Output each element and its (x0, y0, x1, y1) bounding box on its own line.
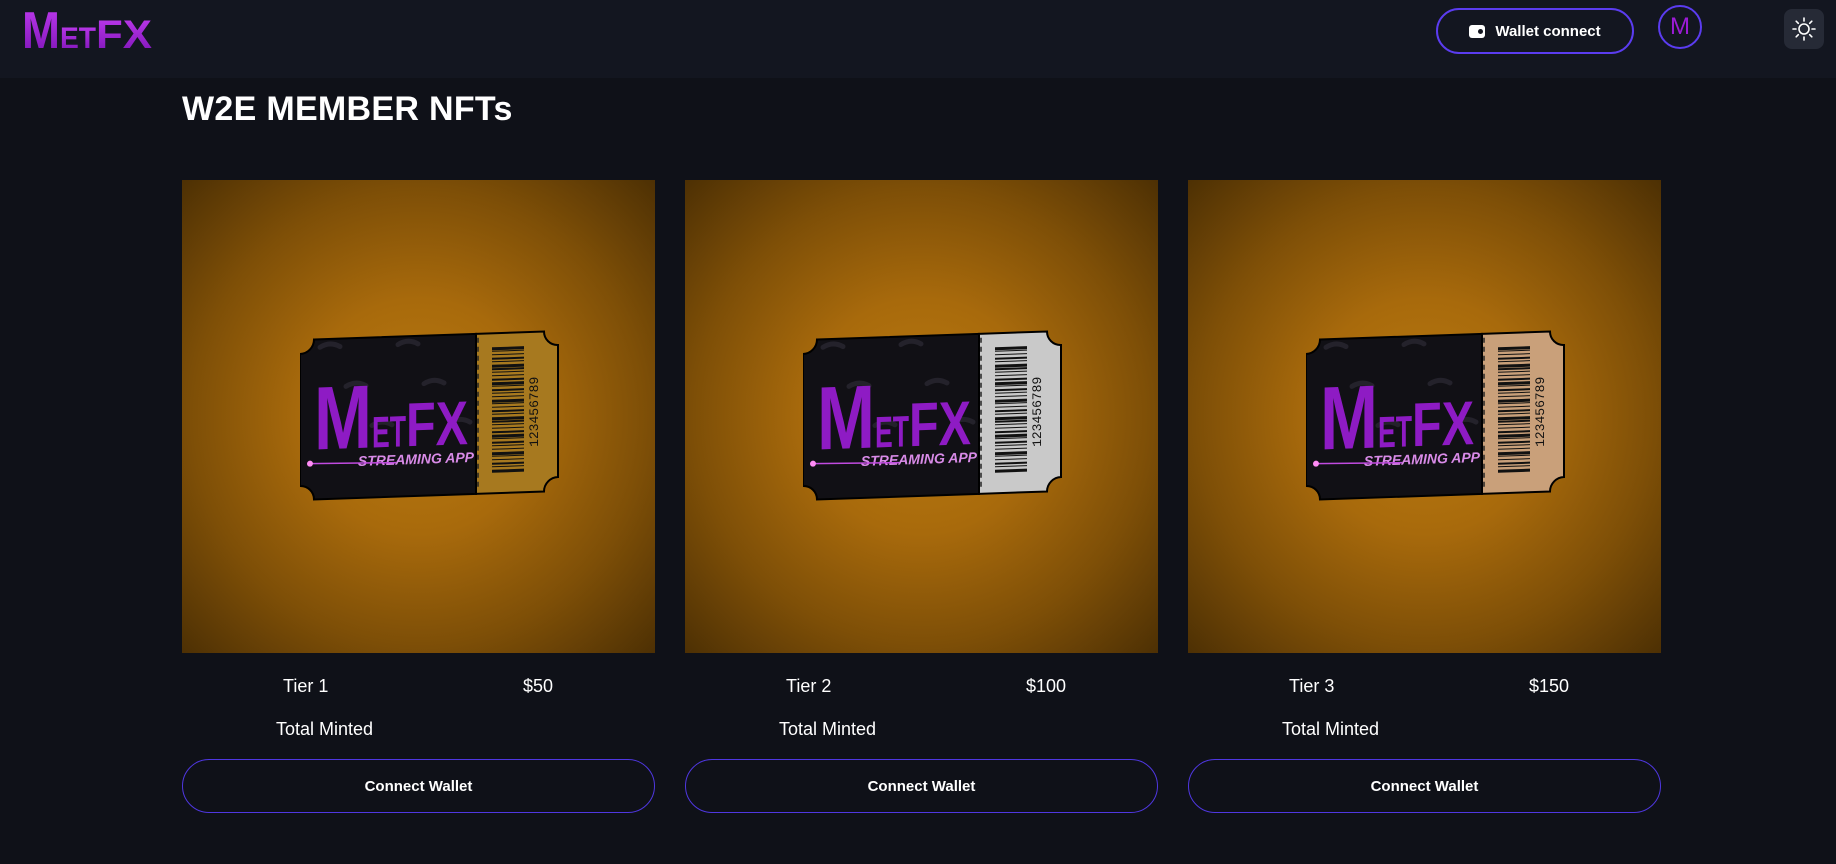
svg-text:FX: FX (96, 13, 152, 54)
connect-wallet-button[interactable]: Connect Wallet (182, 759, 655, 813)
ticket-svg: 123456789METFXSTREAMING APP (299, 330, 559, 501)
tier-price: $100 (1026, 676, 1067, 696)
connect-wallet-label: Connect Wallet (364, 777, 473, 795)
ticket-svg: 123456789METFXSTREAMING APP (1305, 330, 1565, 501)
wallet-connect-button[interactable]: Wallet connect (1436, 8, 1634, 54)
tier-label: Tier 3 (1289, 676, 1335, 696)
theme-toggle-button[interactable] (1784, 9, 1824, 49)
barcode-number: 123456789 (527, 376, 542, 447)
avatar[interactable]: M (1658, 5, 1702, 49)
ticket-svg: 123456789METFXSTREAMING APP (802, 330, 1062, 501)
avatar-initial: M (1670, 13, 1690, 40)
nft-image[interactable]: 123456789 M ET FX STREAMING APP (685, 180, 1158, 653)
barcode-number: 123456789 (1533, 376, 1548, 447)
tier-row: Tier 2 $100 (685, 676, 1158, 700)
wallet-icon (1469, 24, 1486, 38)
nft-card-tier-2: 123456789 M ET FX STREAMING APP Tier 2 $100 … (685, 180, 1158, 813)
total-minted-label: Total Minted (779, 719, 877, 739)
total-minted-label: Total Minted (276, 719, 374, 739)
connect-wallet-button[interactable]: Connect Wallet (1188, 759, 1661, 813)
svg-text:M: M (22, 4, 60, 54)
connect-wallet-label: Connect Wallet (1370, 777, 1479, 795)
ticket-graphic: 123456789 M ET FX STREAMING APP (1305, 330, 1566, 515)
tier-price: $50 (523, 676, 554, 696)
tier-label: Tier 1 (283, 676, 329, 696)
nft-card-tier-3: 123456789 M ET FX STREAMING APP Tier 3 $150 … (1188, 180, 1661, 813)
nft-image[interactable]: 123456789 M ET FX STREAMING APP (1188, 180, 1661, 653)
barcode-number: 123456789 (1030, 376, 1045, 447)
metfx-logo[interactable]: M ET FX (22, 4, 154, 54)
page-title: W2E MEMBER NFTs (182, 90, 513, 128)
wallet-connect-label: Wallet connect (1495, 22, 1601, 40)
nft-card-tier-1: 123456789 M ET FX STREAMING APP Tier 1 $50 T… (182, 180, 655, 813)
ticket-graphic: 123456789 M ET FX STREAMING APP (299, 330, 560, 515)
total-minted-label: Total Minted (1282, 719, 1380, 739)
ticket-graphic: 123456789 M ET FX STREAMING APP (802, 330, 1063, 515)
tier-label: Tier 2 (786, 676, 832, 696)
tier-row: Tier 1 $50 (182, 676, 655, 700)
connect-wallet-label: Connect Wallet (867, 777, 976, 795)
top-bar: M ET FX Wallet connect M (0, 0, 1836, 78)
ticket-logo-et: ET (1378, 407, 1412, 457)
nft-image[interactable]: 123456789 M ET FX STREAMING APP (182, 180, 655, 653)
sun-icon (1792, 17, 1816, 41)
ticket-logo-et: ET (875, 407, 909, 457)
tier-price: $150 (1529, 676, 1570, 696)
ticket-logo-et: ET (372, 407, 406, 457)
tier-row: Tier 3 $150 (1188, 676, 1661, 700)
svg-text:ET: ET (60, 22, 96, 54)
connect-wallet-button[interactable]: Connect Wallet (685, 759, 1158, 813)
